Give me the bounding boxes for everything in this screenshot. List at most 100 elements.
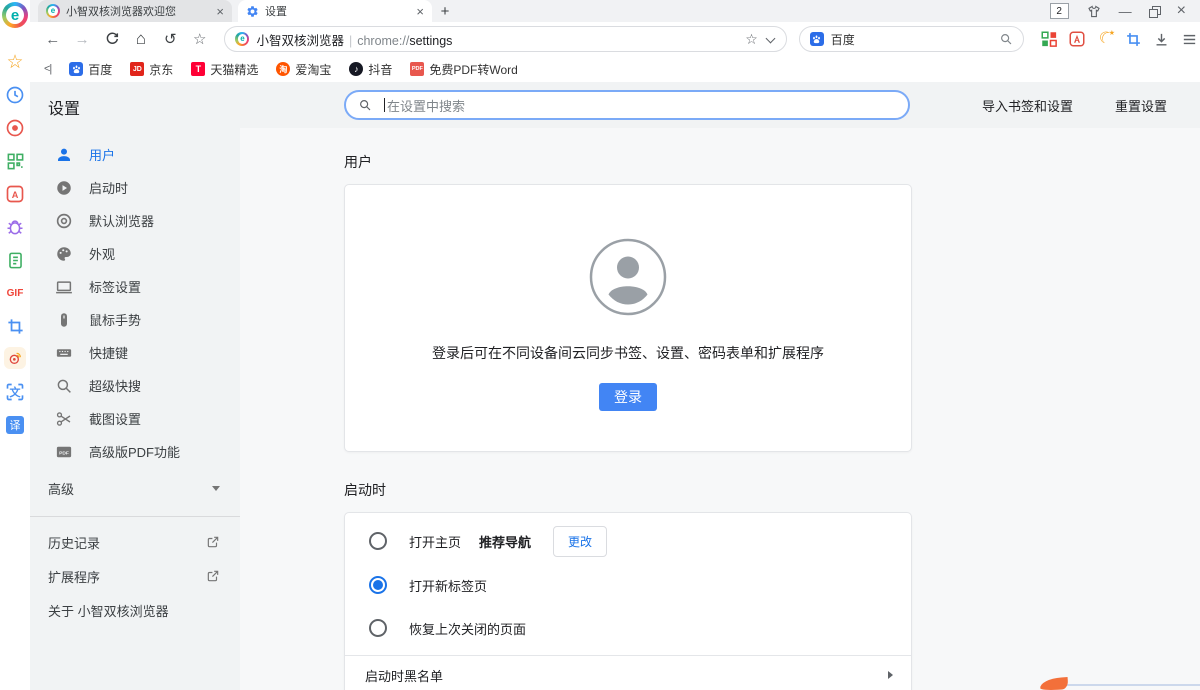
import-bookmarks-button[interactable]: 导入书签和设置 [982, 96, 1073, 115]
gif-tool-icon[interactable]: GIF [0, 280, 30, 306]
sidebar-item-mouse-gestures[interactable]: 鼠标手势 [30, 303, 240, 336]
sidebar-item-extensions[interactable]: 扩展程序 [30, 559, 240, 593]
sidebar-item-tab-settings[interactable]: 标签设置 [30, 270, 240, 303]
search-engine-label[interactable]: 百度 [831, 31, 992, 48]
minimize-icon[interactable]: — [1119, 5, 1132, 18]
bookmark-douyin[interactable]: ♪ 抖音 [349, 61, 392, 78]
restore-icon[interactable] [1149, 6, 1160, 17]
change-button[interactable]: 更改 [553, 526, 607, 557]
close-icon[interactable]: × [1177, 3, 1186, 19]
bookmark-label: 抖音 [368, 61, 392, 78]
tab-welcome[interactable]: e 小智双核浏览器欢迎您 × [38, 0, 232, 22]
sidebar-item-pdf-advanced[interactable]: PDF 高级版PDF功能 [30, 435, 240, 468]
quick-search-box[interactable]: 百度 [799, 26, 1024, 52]
history-clock-icon[interactable] [0, 82, 30, 108]
left-toolbar: e ☆ A GIF 文 译 [0, 0, 30, 690]
radio-selected[interactable] [369, 576, 387, 594]
bookmark-label: 免费PDF转Word [429, 61, 517, 78]
sidebar-advanced-toggle[interactable]: 高级 [30, 468, 240, 508]
sidebar-item-about[interactable]: 关于 小智双核浏览器 [30, 593, 240, 627]
douyin-icon: ♪ [349, 62, 363, 76]
home-icon[interactable]: ⌂ [128, 26, 153, 52]
startup-option-newtab[interactable]: 打开新标签页 [345, 565, 911, 605]
sidebar-item-default-browser[interactable]: 默认浏览器 [30, 204, 240, 237]
sidebar-item-history[interactable]: 历史记录 [30, 525, 240, 559]
pdf-badge-icon: PDF [55, 443, 73, 461]
tab-settings[interactable]: 设置 × [238, 0, 432, 22]
adblock-bug-icon[interactable] [0, 214, 30, 240]
back-icon[interactable]: ← [40, 26, 65, 52]
favorites-star-icon[interactable]: ☆ [187, 26, 212, 52]
address-bar[interactable]: e 小智双核浏览器|chrome://settings ☆ [224, 26, 786, 52]
taobao-icon: 淘 [276, 62, 290, 76]
qr-code-icon[interactable] [0, 148, 30, 174]
app-grid-icon[interactable] [1038, 27, 1060, 51]
tab-close-icon[interactable]: × [416, 5, 424, 18]
sidebar-item-screenshot[interactable]: 截图设置 [30, 402, 240, 435]
forward-icon[interactable]: → [69, 26, 94, 52]
refresh-icon[interactable] [99, 26, 124, 52]
settings-search-input[interactable]: 在设置中搜索 [344, 90, 910, 120]
gear-icon [246, 5, 259, 18]
pdf-reader-icon[interactable] [1066, 27, 1088, 51]
advanced-label: 高级 [48, 479, 74, 498]
startup-blacklist-row[interactable]: 启动时黑名单 [345, 656, 911, 690]
sidebar-item-label: 外观 [89, 244, 115, 263]
sidebar-item-appearance[interactable]: 外观 [30, 237, 240, 270]
option-label: 打开新标签页 [409, 576, 487, 595]
tab-strip: e 小智双核浏览器欢迎您 × 设置 × + 2 — × [30, 0, 1200, 22]
translate-icon[interactable]: 译 [0, 412, 30, 438]
option-label: 打开主页 [409, 532, 461, 551]
bookmark-page-star-icon[interactable]: ☆ [745, 31, 758, 48]
undo-icon[interactable]: ↺ [158, 26, 183, 52]
svg-text:PDF: PDF [59, 450, 69, 456]
radio-unselected[interactable] [369, 619, 387, 637]
chevron-down-icon[interactable] [765, 33, 775, 43]
external-link-icon [206, 535, 220, 549]
sync-description: 登录后可在不同设备间云同步书签、设置、密码表单和扩展程序 [432, 343, 824, 363]
screenshot-crop-icon[interactable] [0, 313, 30, 339]
startup-option-homepage[interactable]: 打开主页 推荐导航 更改 [345, 513, 911, 565]
reset-settings-button[interactable]: 重置设置 [1115, 96, 1167, 115]
pdf-tool-icon[interactable]: A [0, 181, 30, 207]
screenshot-crop-icon[interactable] [1122, 27, 1144, 51]
sidebar-item-user[interactable]: 用户 [30, 138, 240, 171]
screen-record-icon[interactable] [0, 115, 30, 141]
menu-icon[interactable] [1178, 27, 1200, 51]
night-mode-icon[interactable]: ☾★ [1094, 27, 1116, 51]
reading-list-icon[interactable] [0, 247, 30, 273]
radio-unselected[interactable] [369, 532, 387, 550]
skin-shirt-icon[interactable] [1086, 4, 1102, 19]
bookmark-taobao[interactable]: 淘 爱淘宝 [276, 61, 331, 78]
avatar [588, 237, 668, 317]
bookmark-baidu[interactable]: 百度 [69, 61, 112, 78]
bookmarks-bar: <| 百度 JD 京东 T 天猫精选 淘 爱淘宝 ♪ 抖音 PDF 免费PDF转… [30, 56, 1200, 82]
login-button[interactable]: 登录 [599, 383, 657, 411]
sidebar-item-super-search[interactable]: 超级快搜 [30, 369, 240, 402]
tab-count-badge[interactable]: 2 [1050, 3, 1069, 19]
collapse-sidebar-icon[interactable]: <| [44, 63, 51, 75]
sidebar-item-label: 默认浏览器 [89, 211, 154, 230]
bookmark-tmall[interactable]: T 天猫精选 [191, 61, 258, 78]
search-icon [358, 98, 372, 112]
option-label: 恢复上次关闭的页面 [409, 619, 526, 638]
browser-logo-icon[interactable]: e [0, 2, 30, 28]
bookmark-pdf-word[interactable]: PDF 免费PDF转Word [410, 61, 517, 78]
site-favicon: e [235, 32, 249, 46]
text-cursor [384, 98, 385, 112]
bookmark-label: 天猫精选 [210, 61, 258, 78]
url-text[interactable]: 小智双核浏览器|chrome://settings [256, 30, 738, 49]
favorites-star-icon[interactable]: ☆ [0, 49, 30, 75]
bookmark-label: 百度 [88, 61, 112, 78]
tab-close-icon[interactable]: × [216, 5, 224, 18]
external-link-icon [206, 569, 220, 583]
download-icon[interactable] [1150, 27, 1172, 51]
sidebar-item-startup[interactable]: 启动时 [30, 171, 240, 204]
search-icon[interactable] [999, 32, 1013, 46]
bookmark-jd[interactable]: JD 京东 [130, 61, 173, 78]
sidebar-item-shortcuts[interactable]: 快捷键 [30, 336, 240, 369]
startup-option-restore[interactable]: 恢复上次关闭的页面 [345, 605, 911, 651]
ocr-scan-icon[interactable]: 文 [0, 379, 30, 405]
new-tab-button[interactable]: + [432, 0, 458, 22]
weibo-icon[interactable] [0, 345, 30, 371]
